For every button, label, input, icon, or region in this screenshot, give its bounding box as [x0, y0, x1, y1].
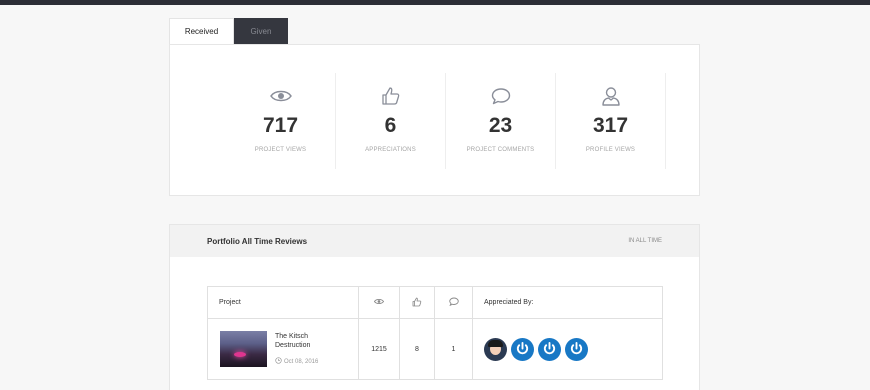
comments-cell: 1: [434, 318, 473, 380]
avatar[interactable]: [565, 337, 588, 361]
project-date-text: Oct 08, 2016: [284, 358, 319, 365]
appreciations-cell: 8: [399, 318, 435, 380]
thumbs-up-icon: [336, 84, 445, 108]
eye-icon: [373, 299, 385, 307]
eye-icon: [226, 84, 335, 108]
avatar[interactable]: [511, 337, 534, 361]
column-header-views[interactable]: [358, 286, 400, 319]
tab-received[interactable]: Received: [169, 18, 234, 44]
appreciated-by-cell: [472, 318, 663, 380]
reviews-header: Portfolio All Time Reviews IN ALL TIME: [170, 225, 699, 257]
user-icon: [556, 84, 665, 108]
thumbs-up-icon: [412, 297, 422, 309]
stat-value: 23: [488, 114, 513, 137]
reviews-table: Project Appreciated By: The Kitsch Destr…: [207, 286, 663, 380]
power-icon: [569, 341, 584, 358]
time-range-selector[interactable]: IN ALL TIME: [628, 238, 662, 244]
stat-label: APPRECIATIONS: [365, 147, 416, 153]
stat-label: PROJECT VIEWS: [254, 147, 307, 153]
reviews-title: Portfolio All Time Reviews: [207, 236, 308, 246]
power-icon: [542, 341, 557, 358]
stat-value: 717: [262, 114, 299, 137]
views-cell: 1215: [358, 318, 400, 380]
comment-icon: [446, 84, 555, 108]
table-header-row: Project Appreciated By:: [207, 286, 663, 319]
project-thumbnail[interactable]: [220, 331, 267, 367]
avatar[interactable]: [484, 337, 507, 361]
project-date: Oct 08, 2016: [275, 357, 325, 366]
clock-icon: [275, 357, 282, 366]
top-bar: [0, 0, 870, 5]
stat-appreciations: 6 APPRECIATIONS: [336, 73, 446, 169]
column-header-comments[interactable]: [434, 286, 473, 319]
stat-project-comments: 23 PROJECT COMMENTS: [446, 73, 556, 169]
stat-label: PROJECT COMMENTS: [466, 147, 535, 153]
stat-label: PROFILE VIEWS: [585, 147, 636, 153]
stat-profile-views: 317 PROFILE VIEWS: [556, 73, 666, 169]
avatar[interactable]: [538, 337, 561, 361]
project-cell[interactable]: The Kitsch Destruction Oct 08, 2016: [207, 318, 359, 380]
stats-panel: 717 PROJECT VIEWS 6 APPRECIATIONS 23 PRO…: [169, 44, 700, 196]
stat-value: 317: [592, 114, 629, 137]
reviews-panel: Portfolio All Time Reviews IN ALL TIME P…: [169, 224, 700, 390]
power-icon: [515, 341, 530, 358]
column-header-project[interactable]: Project: [207, 286, 359, 319]
project-name[interactable]: The Kitsch Destruction: [275, 332, 325, 350]
column-header-appreciated-by: Appreciated By:: [472, 286, 663, 319]
column-header-appreciations[interactable]: [399, 286, 435, 319]
stat-project-views: 717 PROJECT VIEWS: [226, 73, 336, 169]
tab-bar: Received Given: [169, 18, 288, 44]
comment-icon: [448, 297, 459, 308]
table-row[interactable]: The Kitsch Destruction Oct 08, 2016 1215…: [207, 318, 663, 380]
tab-given[interactable]: Given: [234, 18, 288, 44]
stat-value: 6: [384, 114, 397, 137]
